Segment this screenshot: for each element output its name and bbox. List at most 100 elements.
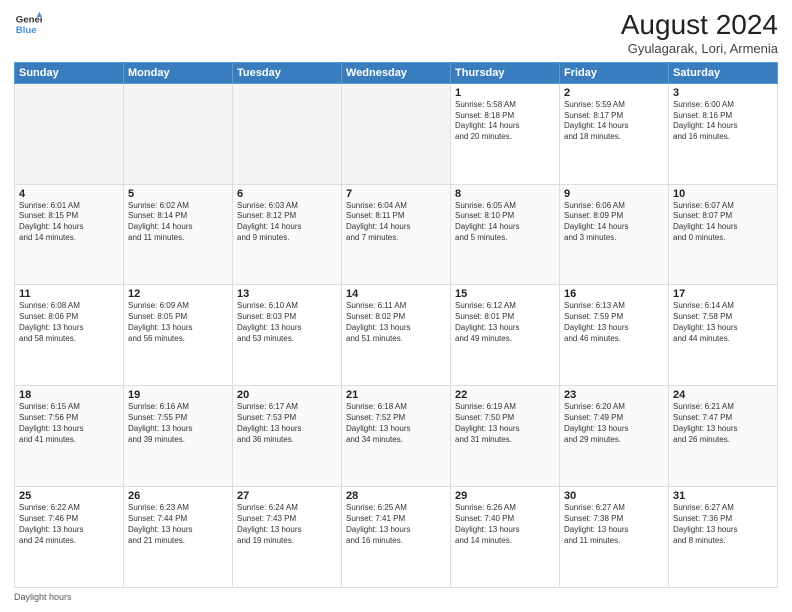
page: General Blue August 2024 Gyulagarak, Lor… xyxy=(0,0,792,612)
day-number: 30 xyxy=(564,490,664,502)
day-number: 2 xyxy=(564,87,664,99)
weekday-header-saturday: Saturday xyxy=(669,62,778,83)
day-number: 23 xyxy=(564,389,664,401)
calendar-cell: 25Sunrise: 6:22 AM Sunset: 7:46 PM Dayli… xyxy=(15,487,124,588)
day-number: 24 xyxy=(673,389,773,401)
day-number: 3 xyxy=(673,87,773,99)
calendar-cell: 10Sunrise: 6:07 AM Sunset: 8:07 PM Dayli… xyxy=(669,184,778,285)
day-info: Sunrise: 6:15 AM Sunset: 7:56 PM Dayligh… xyxy=(19,402,119,445)
calendar-cell: 28Sunrise: 6:25 AM Sunset: 7:41 PM Dayli… xyxy=(342,487,451,588)
weekday-header-friday: Friday xyxy=(560,62,669,83)
day-number: 11 xyxy=(19,288,119,300)
main-title: August 2024 xyxy=(621,10,778,41)
calendar-cell: 23Sunrise: 6:20 AM Sunset: 7:49 PM Dayli… xyxy=(560,386,669,487)
footer: Daylight hours xyxy=(14,592,778,602)
subtitle: Gyulagarak, Lori, Armenia xyxy=(621,41,778,56)
calendar-cell: 30Sunrise: 6:27 AM Sunset: 7:38 PM Dayli… xyxy=(560,487,669,588)
weekday-header-wednesday: Wednesday xyxy=(342,62,451,83)
day-number: 9 xyxy=(564,188,664,200)
day-number: 5 xyxy=(128,188,228,200)
calendar-cell: 17Sunrise: 6:14 AM Sunset: 7:58 PM Dayli… xyxy=(669,285,778,386)
day-info: Sunrise: 5:58 AM Sunset: 8:18 PM Dayligh… xyxy=(455,100,555,143)
day-number: 22 xyxy=(455,389,555,401)
calendar-cell: 1Sunrise: 5:58 AM Sunset: 8:18 PM Daylig… xyxy=(451,83,560,184)
day-info: Sunrise: 6:21 AM Sunset: 7:47 PM Dayligh… xyxy=(673,402,773,445)
calendar-table: SundayMondayTuesdayWednesdayThursdayFrid… xyxy=(14,62,778,588)
title-block: August 2024 Gyulagarak, Lori, Armenia xyxy=(621,10,778,56)
day-info: Sunrise: 6:00 AM Sunset: 8:16 PM Dayligh… xyxy=(673,100,773,143)
day-info: Sunrise: 6:12 AM Sunset: 8:01 PM Dayligh… xyxy=(455,301,555,344)
calendar-cell: 18Sunrise: 6:15 AM Sunset: 7:56 PM Dayli… xyxy=(15,386,124,487)
day-info: Sunrise: 6:08 AM Sunset: 8:06 PM Dayligh… xyxy=(19,301,119,344)
weekday-header-sunday: Sunday xyxy=(15,62,124,83)
day-number: 21 xyxy=(346,389,446,401)
weekday-header-monday: Monday xyxy=(124,62,233,83)
calendar-cell: 14Sunrise: 6:11 AM Sunset: 8:02 PM Dayli… xyxy=(342,285,451,386)
day-info: Sunrise: 6:22 AM Sunset: 7:46 PM Dayligh… xyxy=(19,503,119,546)
day-info: Sunrise: 6:05 AM Sunset: 8:10 PM Dayligh… xyxy=(455,201,555,244)
day-number: 16 xyxy=(564,288,664,300)
calendar-week-4: 18Sunrise: 6:15 AM Sunset: 7:56 PM Dayli… xyxy=(15,386,778,487)
day-info: Sunrise: 6:17 AM Sunset: 7:53 PM Dayligh… xyxy=(237,402,337,445)
calendar-cell: 12Sunrise: 6:09 AM Sunset: 8:05 PM Dayli… xyxy=(124,285,233,386)
calendar-week-3: 11Sunrise: 6:08 AM Sunset: 8:06 PM Dayli… xyxy=(15,285,778,386)
calendar-cell: 16Sunrise: 6:13 AM Sunset: 7:59 PM Dayli… xyxy=(560,285,669,386)
day-number: 6 xyxy=(237,188,337,200)
day-info: Sunrise: 6:27 AM Sunset: 7:38 PM Dayligh… xyxy=(564,503,664,546)
day-number: 8 xyxy=(455,188,555,200)
svg-text:Blue: Blue xyxy=(16,25,37,36)
calendar-week-5: 25Sunrise: 6:22 AM Sunset: 7:46 PM Dayli… xyxy=(15,487,778,588)
day-number: 1 xyxy=(455,87,555,99)
calendar-cell: 3Sunrise: 6:00 AM Sunset: 8:16 PM Daylig… xyxy=(669,83,778,184)
day-number: 20 xyxy=(237,389,337,401)
day-info: Sunrise: 6:13 AM Sunset: 7:59 PM Dayligh… xyxy=(564,301,664,344)
daylight-label: Daylight hours xyxy=(14,592,72,602)
day-number: 15 xyxy=(455,288,555,300)
day-info: Sunrise: 6:19 AM Sunset: 7:50 PM Dayligh… xyxy=(455,402,555,445)
calendar-cell: 2Sunrise: 5:59 AM Sunset: 8:17 PM Daylig… xyxy=(560,83,669,184)
calendar-cell: 9Sunrise: 6:06 AM Sunset: 8:09 PM Daylig… xyxy=(560,184,669,285)
weekday-header-row: SundayMondayTuesdayWednesdayThursdayFrid… xyxy=(15,62,778,83)
day-number: 12 xyxy=(128,288,228,300)
calendar-cell: 6Sunrise: 6:03 AM Sunset: 8:12 PM Daylig… xyxy=(233,184,342,285)
day-number: 7 xyxy=(346,188,446,200)
day-number: 25 xyxy=(19,490,119,502)
day-info: Sunrise: 6:11 AM Sunset: 8:02 PM Dayligh… xyxy=(346,301,446,344)
calendar-week-1: 1Sunrise: 5:58 AM Sunset: 8:18 PM Daylig… xyxy=(15,83,778,184)
day-number: 10 xyxy=(673,188,773,200)
day-info: Sunrise: 6:20 AM Sunset: 7:49 PM Dayligh… xyxy=(564,402,664,445)
calendar-cell: 26Sunrise: 6:23 AM Sunset: 7:44 PM Dayli… xyxy=(124,487,233,588)
calendar-cell: 13Sunrise: 6:10 AM Sunset: 8:03 PM Dayli… xyxy=(233,285,342,386)
calendar-cell: 15Sunrise: 6:12 AM Sunset: 8:01 PM Dayli… xyxy=(451,285,560,386)
calendar-cell: 5Sunrise: 6:02 AM Sunset: 8:14 PM Daylig… xyxy=(124,184,233,285)
day-number: 26 xyxy=(128,490,228,502)
calendar-cell: 11Sunrise: 6:08 AM Sunset: 8:06 PM Dayli… xyxy=(15,285,124,386)
calendar-cell: 29Sunrise: 6:26 AM Sunset: 7:40 PM Dayli… xyxy=(451,487,560,588)
calendar-cell: 27Sunrise: 6:24 AM Sunset: 7:43 PM Dayli… xyxy=(233,487,342,588)
day-number: 17 xyxy=(673,288,773,300)
calendar-cell xyxy=(124,83,233,184)
weekday-header-tuesday: Tuesday xyxy=(233,62,342,83)
day-info: Sunrise: 5:59 AM Sunset: 8:17 PM Dayligh… xyxy=(564,100,664,143)
logo: General Blue xyxy=(14,10,42,38)
day-number: 27 xyxy=(237,490,337,502)
calendar-cell: 21Sunrise: 6:18 AM Sunset: 7:52 PM Dayli… xyxy=(342,386,451,487)
calendar-cell: 22Sunrise: 6:19 AM Sunset: 7:50 PM Dayli… xyxy=(451,386,560,487)
header: General Blue August 2024 Gyulagarak, Lor… xyxy=(14,10,778,56)
day-number: 19 xyxy=(128,389,228,401)
calendar-cell: 7Sunrise: 6:04 AM Sunset: 8:11 PM Daylig… xyxy=(342,184,451,285)
calendar-cell: 4Sunrise: 6:01 AM Sunset: 8:15 PM Daylig… xyxy=(15,184,124,285)
day-number: 4 xyxy=(19,188,119,200)
day-info: Sunrise: 6:26 AM Sunset: 7:40 PM Dayligh… xyxy=(455,503,555,546)
day-info: Sunrise: 6:25 AM Sunset: 7:41 PM Dayligh… xyxy=(346,503,446,546)
calendar-cell: 24Sunrise: 6:21 AM Sunset: 7:47 PM Dayli… xyxy=(669,386,778,487)
calendar-cell: 20Sunrise: 6:17 AM Sunset: 7:53 PM Dayli… xyxy=(233,386,342,487)
day-info: Sunrise: 6:02 AM Sunset: 8:14 PM Dayligh… xyxy=(128,201,228,244)
day-info: Sunrise: 6:27 AM Sunset: 7:36 PM Dayligh… xyxy=(673,503,773,546)
day-number: 14 xyxy=(346,288,446,300)
weekday-header-thursday: Thursday xyxy=(451,62,560,83)
day-info: Sunrise: 6:06 AM Sunset: 8:09 PM Dayligh… xyxy=(564,201,664,244)
day-info: Sunrise: 6:24 AM Sunset: 7:43 PM Dayligh… xyxy=(237,503,337,546)
calendar-cell xyxy=(233,83,342,184)
day-number: 31 xyxy=(673,490,773,502)
